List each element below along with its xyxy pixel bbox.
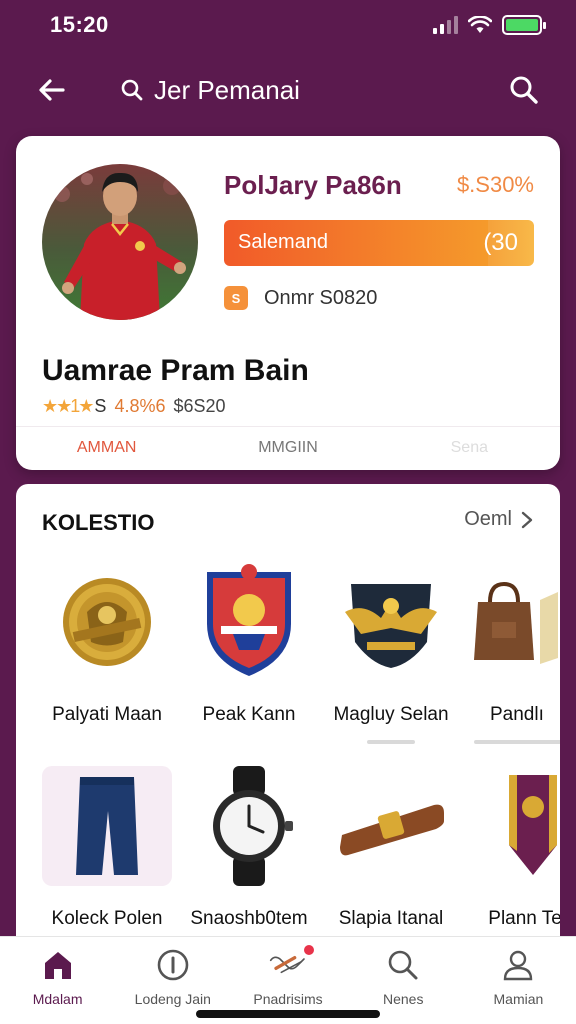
- info-row: S Onmr S0820: [224, 286, 377, 310]
- item-thumbnail: [468, 766, 560, 886]
- tab-sena[interactable]: Sena: [379, 427, 560, 470]
- back-button[interactable]: [34, 72, 70, 108]
- progress-label: Salemand: [238, 231, 329, 253]
- nav-label: Nenes: [382, 991, 424, 1007]
- back-arrow-icon: [39, 79, 65, 101]
- item-indicator: [474, 740, 560, 744]
- battery-icon: [502, 15, 546, 35]
- pennant-icon: [509, 775, 557, 875]
- nav-profile[interactable]: Mamian: [461, 937, 576, 1024]
- item-name: Snaoshb0tem: [190, 908, 308, 929]
- item-thumbnail: [468, 562, 560, 682]
- tab-mmgiin[interactable]: MMGIIN: [197, 427, 378, 470]
- search-field[interactable]: Jer Pemanai: [120, 72, 300, 108]
- bag-icon: [474, 581, 558, 664]
- profile-icon: [498, 945, 538, 985]
- item-thumbnail: [184, 766, 314, 886]
- rating-price: $6S20: [173, 396, 226, 416]
- header-title: Jer Pemanai: [154, 74, 300, 105]
- player-title: Uamrae Pram Bain: [42, 354, 309, 387]
- player-name: PolJary Pa86n: [224, 170, 402, 200]
- collection-item[interactable]: Magluy Selan: [326, 562, 456, 744]
- nav-label: Lodeng Jain: [134, 991, 211, 1007]
- nav-label: Pnadrisims: [253, 991, 323, 1007]
- item-indicator: [367, 740, 415, 744]
- item-thumbnail: [42, 766, 172, 886]
- tab-amman[interactable]: AMMAN: [16, 427, 197, 470]
- see-all-label: Oeml: [464, 508, 512, 530]
- notification-badge: [302, 943, 317, 957]
- player-profile-card: PolJary Pa86n $.S30% Salemand (30 S Onmr…: [16, 136, 560, 470]
- progress-value: (30: [483, 229, 518, 256]
- item-name: Magluy Selan: [333, 704, 449, 725]
- status-icons: [433, 15, 546, 35]
- nav-home[interactable]: Mdalam: [0, 937, 115, 1024]
- home-indicator[interactable]: [196, 1010, 380, 1018]
- item-name: Pandlı: [490, 704, 544, 725]
- item-name: Slapia Itanal: [338, 908, 444, 929]
- see-all-link[interactable]: Oeml: [464, 508, 534, 531]
- search-button[interactable]: [506, 72, 542, 108]
- rating-row: ★★1★ S 4.8%6 $6S20: [42, 396, 226, 417]
- wristwatch-icon: [213, 766, 293, 886]
- home-icon: [38, 945, 78, 985]
- team-crest-icon: [207, 564, 291, 676]
- collection-item[interactable]: Plann Tem: [468, 766, 560, 930]
- profile-tabs: AMMAN MMGIIN Sena: [16, 426, 560, 470]
- search-icon: [121, 79, 143, 101]
- cellular-signal-icon: [433, 16, 458, 34]
- captain-band-icon: [340, 804, 444, 856]
- info-icon: [153, 945, 193, 985]
- item-thumbnail: [326, 562, 456, 682]
- player-avatar[interactable]: [42, 164, 198, 320]
- collection-item[interactable]: Slapia Itanal: [326, 766, 456, 930]
- player-photo: [42, 164, 198, 320]
- nav-label: Mamian: [493, 991, 544, 1007]
- item-name: Koleck Polen: [51, 908, 163, 929]
- item-name: Peak Kann: [202, 704, 296, 725]
- search-icon: [510, 76, 538, 104]
- eagle-badge-icon: [345, 584, 437, 668]
- status-bar: 15:20: [0, 0, 576, 52]
- status-time: 15:20: [50, 12, 109, 37]
- collection-item[interactable]: Snaoshb0tem: [184, 766, 314, 930]
- item-name: Plann Tem: [488, 908, 560, 929]
- rating-num: S: [94, 396, 107, 416]
- collection-item[interactable]: Peak Kann: [184, 562, 314, 726]
- nav-label: Mdalam: [32, 991, 83, 1007]
- collection-item[interactable]: Koleck Polen: [42, 766, 172, 930]
- item-thumbnail: [42, 562, 172, 682]
- wifi-icon: [468, 16, 492, 33]
- item-thumbnail: [326, 766, 456, 886]
- item-thumbnail: [184, 562, 314, 682]
- search-icon: [383, 945, 423, 985]
- info-text: Onmr S0820: [264, 286, 378, 309]
- section-title: KOLESTIO: [42, 510, 155, 535]
- rating-stars-icon: ★★1★: [42, 396, 94, 416]
- rating-score: 4.8%6: [114, 396, 166, 416]
- gold-medal-icon: [63, 578, 151, 666]
- item-name: Palyati Maan: [52, 704, 162, 725]
- chevron-right-icon: [521, 511, 533, 528]
- player-price: $.S30%: [456, 172, 534, 197]
- info-badge-icon: S: [224, 286, 248, 310]
- shorts-icon: [76, 777, 138, 875]
- sales-progress-bar: Salemand (30: [224, 220, 534, 266]
- app-header: Jer Pemanai: [0, 60, 576, 120]
- collection-item[interactable]: Palyati Maan: [42, 562, 172, 726]
- collection-item[interactable]: Pandlı: [468, 562, 560, 744]
